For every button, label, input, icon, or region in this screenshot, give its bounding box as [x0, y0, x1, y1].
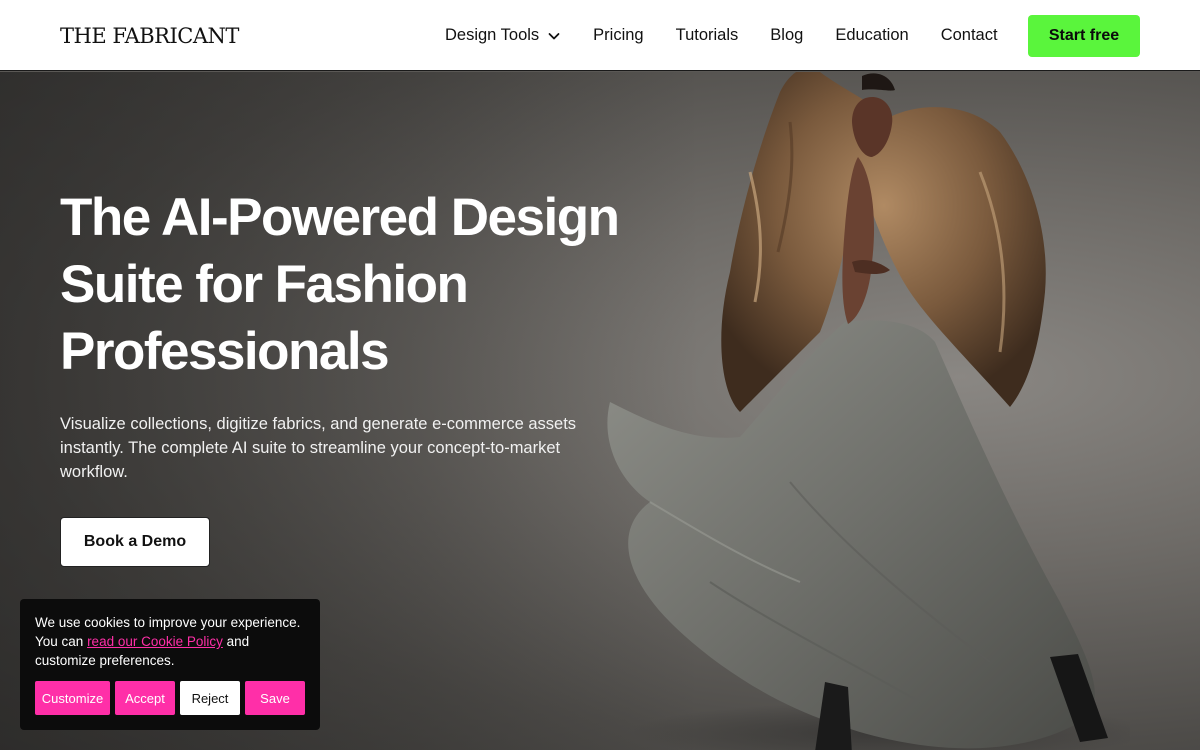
nav-item-pricing[interactable]: Pricing	[593, 26, 643, 45]
cookie-message: We use cookies to improve your experienc…	[35, 613, 310, 670]
nav-item-blog[interactable]: Blog	[770, 26, 803, 45]
hero-model-image	[607, 72, 1130, 750]
nav-item-education[interactable]: Education	[835, 26, 908, 45]
start-free-button[interactable]: Start free	[1028, 15, 1140, 57]
cookie-reject-button[interactable]: Reject	[180, 681, 240, 715]
hero-subtitle: Visualize collections, digitize fabrics,…	[60, 415, 577, 481]
nav-item-contact[interactable]: Contact	[941, 26, 998, 45]
site-logo[interactable]: THE FABRICANT	[60, 24, 239, 48]
nav-item-design-tools[interactable]: Design Tools	[445, 26, 561, 45]
cookie-save-button[interactable]: Save	[245, 681, 305, 715]
hero-title: The AI-Powered Design Suite for Fashion …	[60, 188, 620, 381]
top-navbar: THE FABRICANT Design Tools Pricing Tutor…	[0, 0, 1200, 71]
nav-links: Design Tools Pricing Tutorials Blog Educ…	[445, 0, 1030, 71]
cookie-policy-link[interactable]: read our Cookie Policy	[87, 634, 223, 649]
cookie-banner: We use cookies to improve your experienc…	[20, 599, 320, 730]
nav-item-tutorials[interactable]: Tutorials	[676, 26, 739, 45]
chevron-down-icon	[548, 32, 560, 39]
cookie-accept-button[interactable]: Accept	[115, 681, 175, 715]
cookie-customize-button[interactable]: Customize	[35, 681, 110, 715]
nav-item-label: Design Tools	[445, 26, 540, 44]
book-demo-button[interactable]: Book a Demo	[60, 517, 210, 567]
